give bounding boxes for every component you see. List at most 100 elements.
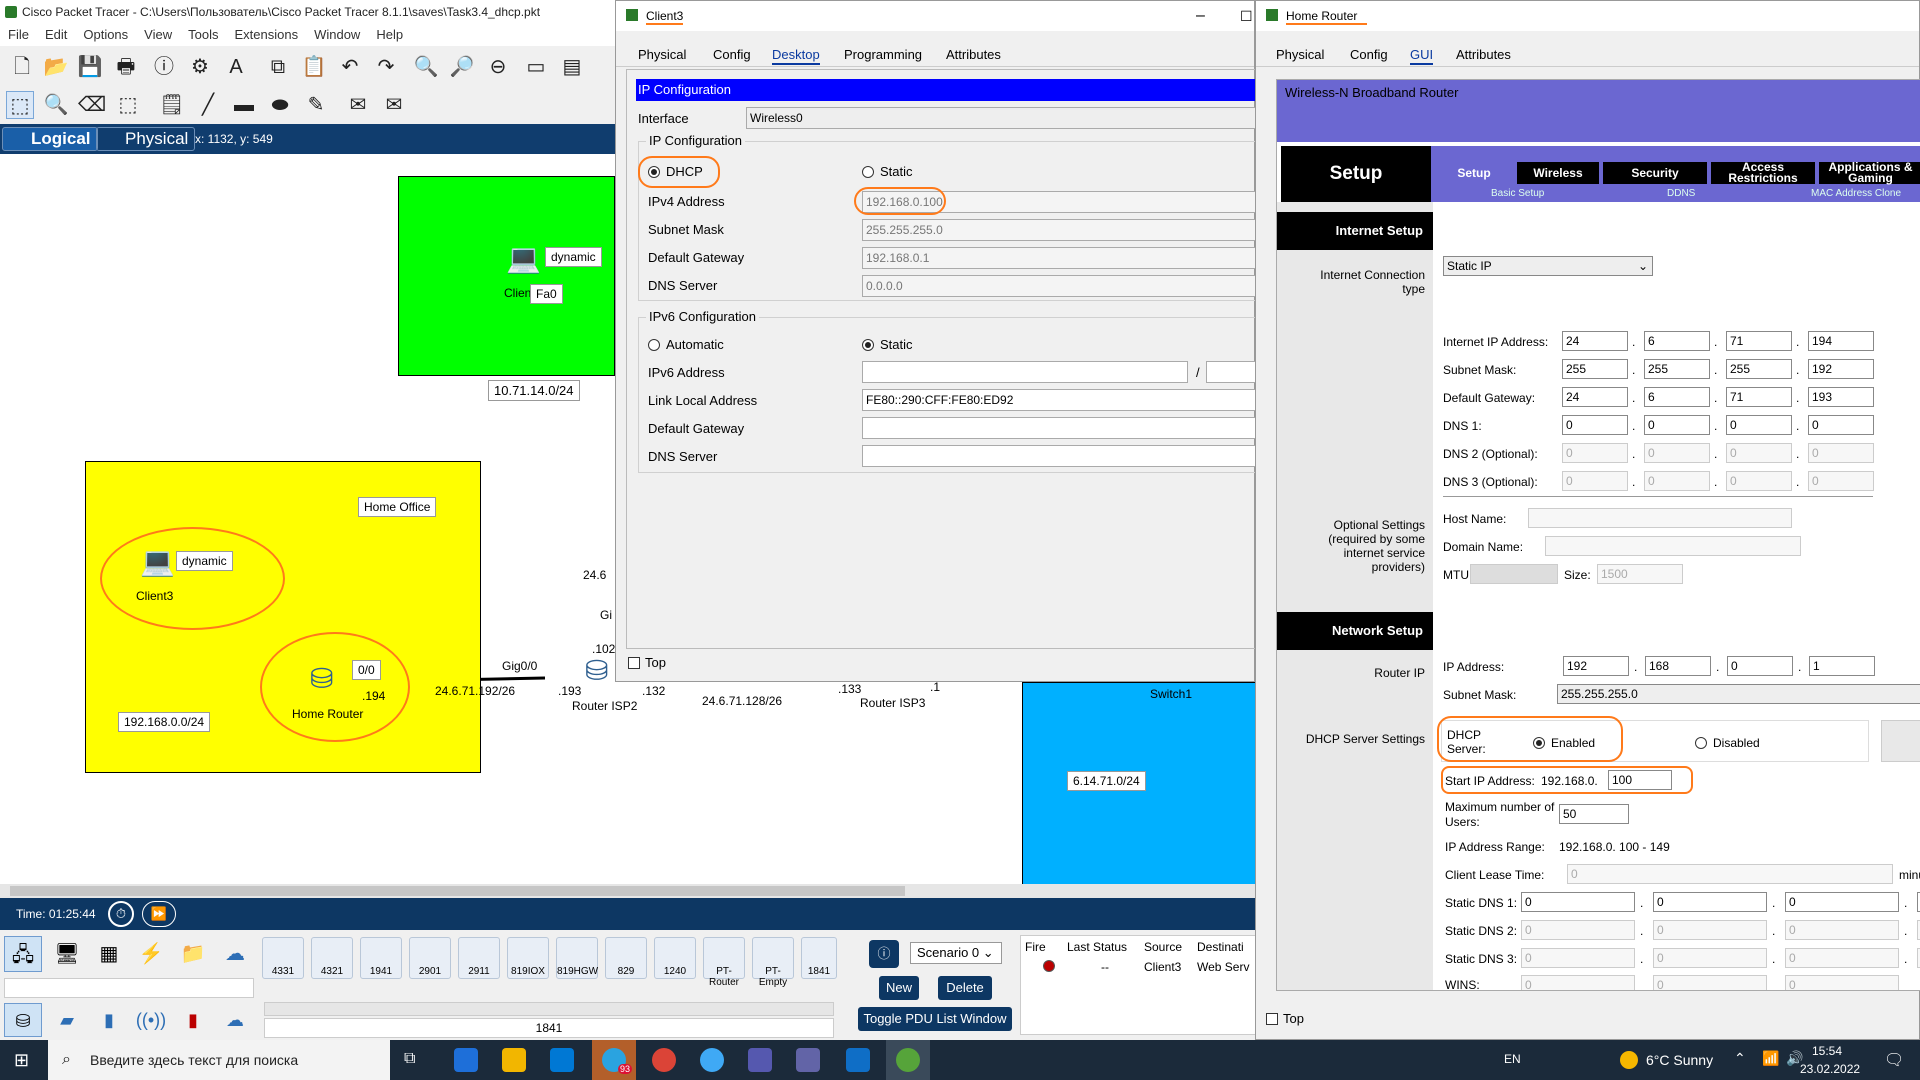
nav-security[interactable]: Security (1603, 162, 1707, 184)
lan-ip-octet4[interactable]: 1 (1809, 656, 1875, 676)
router-tab-attributes[interactable]: Attributes (1456, 47, 1511, 62)
menu-options[interactable]: Options (75, 24, 136, 42)
components-icon[interactable]: ▦ (90, 936, 128, 972)
device-1240[interactable]: 1240 (654, 937, 696, 979)
routers-icon[interactable]: ⛁ (4, 1003, 42, 1037)
dns2-octet2[interactable]: 0 (1644, 443, 1710, 463)
link-local-field[interactable]: FE80::290:CFF:FE80:ED92 (862, 389, 1256, 411)
help-button[interactable] (1881, 720, 1920, 762)
rectangle-tool-icon[interactable]: ▬ (230, 91, 258, 119)
chevron-up-icon[interactable]: ⌃ (1734, 1050, 1746, 1067)
sdns1-octet3[interactable]: 0 (1785, 892, 1899, 912)
physical-mode-button[interactable]: Physical (96, 127, 196, 151)
packet-tracer-task-button[interactable] (886, 1040, 930, 1080)
menu-tools[interactable]: Tools (180, 24, 226, 42)
inet-ip-octet2[interactable]: 6 (1644, 331, 1710, 351)
tab-programming[interactable]: Programming (844, 47, 922, 62)
wins-octet3[interactable]: 0 (1785, 975, 1899, 990)
new-scenario-button[interactable]: New (879, 976, 919, 1000)
dns3-octet1[interactable]: 0 (1562, 471, 1628, 491)
teams-app-icon[interactable] (748, 1048, 772, 1072)
lease-time-field[interactable]: 0 (1567, 864, 1893, 884)
minimize-icon[interactable]: – (1196, 1, 1205, 31)
simple-pdu-icon[interactable]: ✉ (344, 91, 372, 119)
wins-octet1[interactable]: 0 (1521, 975, 1635, 990)
logical-mode-button[interactable]: Logical (2, 127, 98, 151)
menu-file[interactable]: File (0, 24, 37, 42)
device-829[interactable]: 829 (605, 937, 647, 979)
device-list-scrollbar[interactable] (264, 1002, 834, 1016)
sdns2-octet2[interactable]: 0 (1653, 920, 1767, 940)
subnet-mask-field[interactable]: 255.255.255.0 (862, 219, 1256, 241)
menu-extensions[interactable]: Extensions (226, 24, 306, 42)
workspace-scrollbar[interactable] (0, 884, 1260, 898)
inet-mask-octet3[interactable]: 255 (1726, 359, 1792, 379)
router-top-checkbox[interactable]: Top (1266, 1011, 1304, 1026)
inet-ip-octet4[interactable]: 194 (1808, 331, 1874, 351)
end-devices-icon[interactable]: 🖥 (48, 936, 86, 972)
device-2901[interactable]: 2901 (409, 937, 451, 979)
sdns3-octet1[interactable]: 0 (1521, 948, 1635, 968)
dns3-octet4[interactable]: 0 (1808, 471, 1874, 491)
print-icon[interactable]: 🖶 (112, 53, 140, 81)
home-router-icon[interactable]: ⛁ (310, 664, 333, 694)
menu-window[interactable]: Window (306, 24, 368, 42)
inet-gw-octet2[interactable]: 6 (1644, 387, 1710, 407)
interface-select[interactable]: Wireless0 (746, 107, 1256, 129)
misc-icon[interactable]: 📁 (174, 936, 212, 972)
network-wizard-icon[interactable]: ⚙ (186, 53, 214, 81)
static6-radio[interactable]: Static (862, 337, 913, 352)
store-app-icon[interactable] (550, 1048, 574, 1072)
windows-start-icon[interactable]: ⊞ (14, 1050, 29, 1071)
scrollbar-thumb[interactable] (10, 886, 905, 896)
resize-tool-icon[interactable]: ⬚ (114, 91, 142, 119)
lan-ip-octet3[interactable]: 0 (1727, 656, 1793, 676)
mtu-select[interactable] (1470, 564, 1558, 584)
inspect-tool-icon[interactable]: 🔍 (42, 91, 70, 119)
fast-forward-icon[interactable]: ⏩ (142, 901, 176, 927)
menu-view[interactable]: View (136, 24, 180, 42)
toggle-pdu-list-button[interactable]: Toggle PDU List Window (858, 1007, 1012, 1031)
ipv6-address-field[interactable] (862, 361, 1188, 383)
router-tab-gui[interactable]: GUI (1410, 47, 1434, 65)
docker-app-icon[interactable] (700, 1048, 724, 1072)
inet-gw-octet1[interactable]: 24 (1562, 387, 1628, 407)
wireless-icon[interactable]: ((•)) (132, 1003, 170, 1037)
nav-setup[interactable]: Setup (1435, 162, 1513, 184)
task-view-icon[interactable]: ⧉ (404, 1050, 415, 1068)
pdu-fire-indicator[interactable] (1043, 960, 1055, 972)
static-radio[interactable]: Static (862, 164, 913, 179)
inet-ip-octet1[interactable]: 24 (1562, 331, 1628, 351)
inet-gw-octet3[interactable]: 71 (1726, 387, 1792, 407)
sdns3-octet3[interactable]: 0 (1785, 948, 1899, 968)
undo-icon[interactable]: ↶ (336, 53, 364, 81)
weather-sun-icon[interactable] (1620, 1051, 1638, 1069)
device-pt-router[interactable]: PT-Router (703, 937, 745, 988)
security-icon[interactable]: ▮ (174, 1003, 212, 1037)
inet-ip-octet3[interactable]: 71 (1726, 331, 1792, 351)
automatic-radio[interactable]: Automatic (648, 337, 724, 352)
nav-access-restrictions[interactable]: Access Restrictions (1711, 161, 1815, 184)
device-819iox[interactable]: 819IOX (507, 937, 549, 979)
ipv6-prefix-field[interactable] (1206, 361, 1256, 383)
device-1841[interactable]: 1841 (801, 937, 837, 979)
multiuser-icon[interactable]: ☁ (216, 936, 254, 972)
dns1-octet4[interactable]: 0 (1808, 415, 1874, 435)
ipv6-gateway-field[interactable] (862, 417, 1256, 439)
menu-help[interactable]: Help (368, 24, 411, 42)
device-pt-empty[interactable]: PT-Empty (752, 937, 794, 988)
teams-work-app-icon[interactable] (796, 1048, 820, 1072)
dhcp-disabled-radio[interactable]: Disabled (1695, 736, 1760, 750)
new-file-icon[interactable]: 🗋 (8, 53, 36, 81)
domain-name-field[interactable] (1545, 536, 1801, 556)
freeform-tool-icon[interactable]: ✎ (302, 91, 330, 119)
dns2-octet3[interactable]: 0 (1726, 443, 1792, 463)
weather-text[interactable]: 6°C Sunny (1646, 1052, 1713, 1068)
dhcp-radio[interactable]: DHCP (648, 164, 703, 179)
dns1-octet3[interactable]: 0 (1726, 415, 1792, 435)
router-tab-physical[interactable]: Physical (1276, 47, 1324, 62)
device-2911[interactable]: 2911 (458, 937, 500, 979)
dns3-octet3[interactable]: 0 (1726, 471, 1792, 491)
inet-mask-octet1[interactable]: 255 (1562, 359, 1628, 379)
chrome-app-icon[interactable] (652, 1048, 676, 1072)
